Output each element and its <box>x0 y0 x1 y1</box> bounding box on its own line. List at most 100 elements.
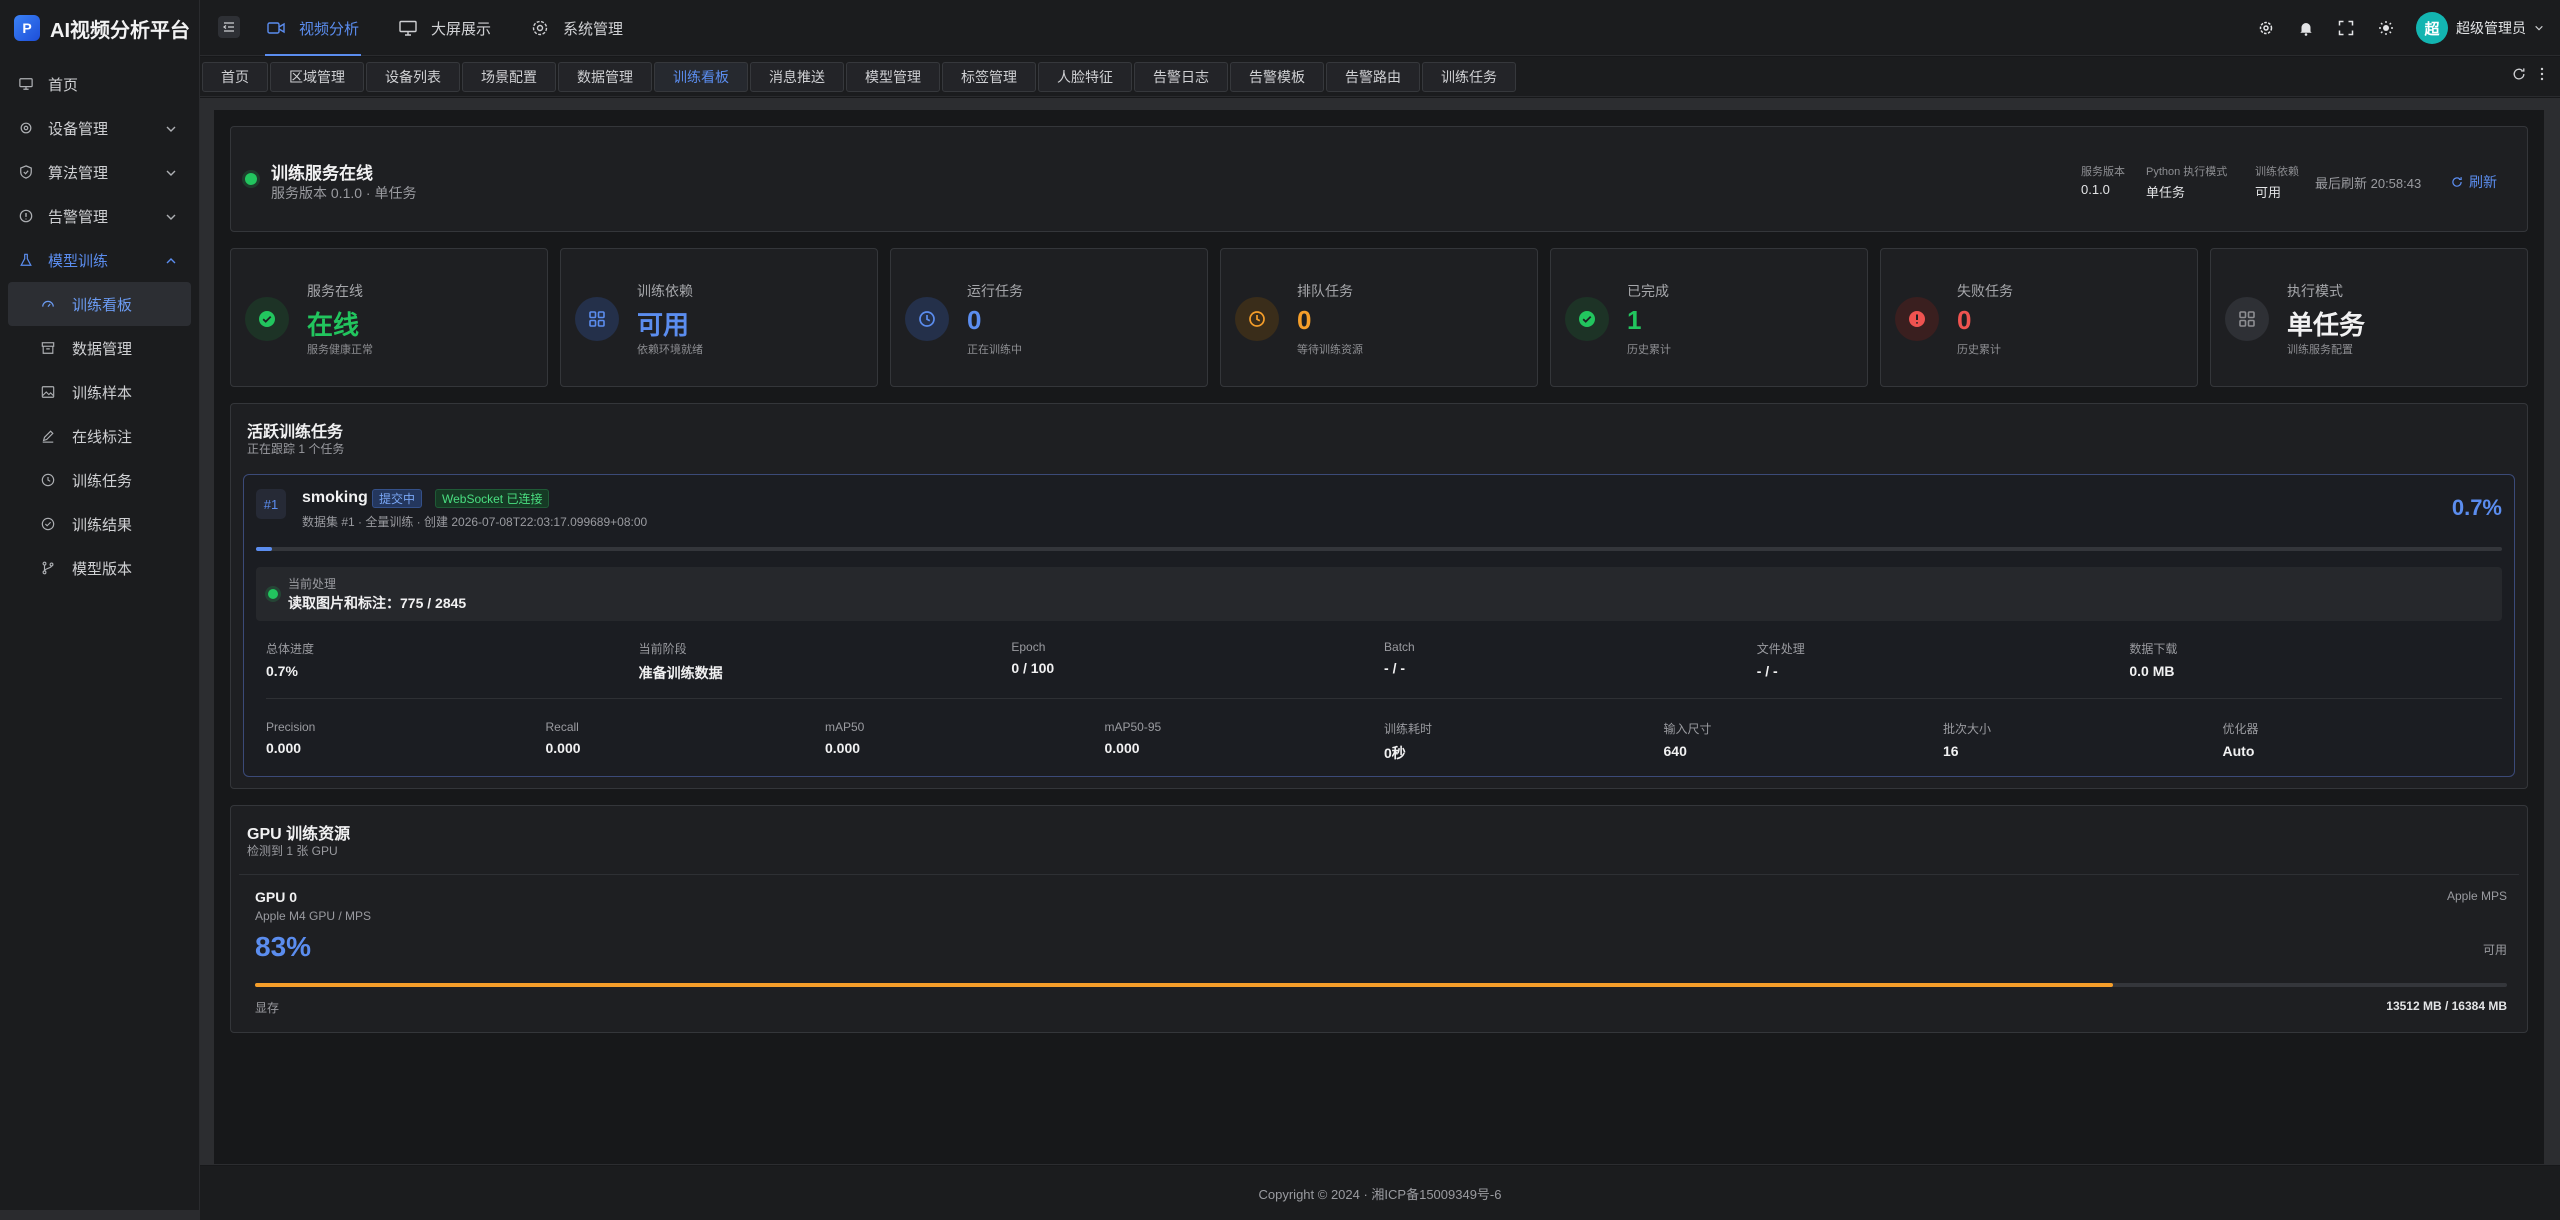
stat-value: 单任务 <box>2287 310 2366 340</box>
top-nav-system-management[interactable]: 系统管理 <box>529 0 625 56</box>
sidebar-item-model-training[interactable]: 模型训练 <box>0 238 199 282</box>
sidebar-item-label: 训练结果 <box>72 516 133 534</box>
sidebar-item-data-management[interactable]: 数据管理 <box>0 326 199 370</box>
tab-item[interactable]: 区域管理 <box>270 62 364 92</box>
metric-value: 16 <box>1943 743 1959 759</box>
clock-icon <box>905 297 949 341</box>
metric-value: 0.000 <box>266 740 302 756</box>
sidebar-item-training-samples[interactable]: 训练样本 <box>0 370 199 414</box>
stat-value: 0 <box>967 305 982 335</box>
task-card[interactable]: #1 smoking 提交中 WebSocket 已连接 数据集 #1 · 全量… <box>243 474 2515 777</box>
stat-desc: 训练服务配置 <box>2287 344 2353 356</box>
metric-item: Precision 0.000 <box>266 720 546 763</box>
tab-item[interactable]: 模型管理 <box>846 62 940 92</box>
chevron-down-icon <box>2535 25 2543 31</box>
sidebar-item-algorithm[interactable]: 算法管理 <box>0 150 199 194</box>
grid-icon <box>575 297 619 341</box>
sidebar-item-home[interactable]: 首页 <box>0 62 199 106</box>
top-nav-video-analysis[interactable]: 视频分析 <box>265 0 362 56</box>
sidebar-collapse-button[interactable] <box>218 16 240 38</box>
chevron-down-icon <box>165 122 177 139</box>
tab-item[interactable]: 告警路由 <box>1326 62 1420 92</box>
metric-item: Epoch 0 / 100 <box>1011 640 1384 683</box>
metric-label: Recall <box>545 720 579 734</box>
app-logo[interactable]: P AI视频分析平台 <box>0 0 199 56</box>
sidebar-item-label: 训练看板 <box>72 296 133 314</box>
stat-desc: 服务健康正常 <box>307 344 373 356</box>
settings-button[interactable] <box>2246 0 2286 56</box>
metric-label: 训练耗时 <box>1384 722 1433 736</box>
metric-item: 训练耗时 0秒 <box>1384 720 1664 763</box>
websocket-status-badge: WebSocket 已连接 <box>435 489 550 508</box>
metric-value: - / - <box>1384 660 1406 676</box>
user-menu[interactable]: 超 超级管理员 <box>2416 12 2544 44</box>
sidebar-item-label: 在线标注 <box>72 428 133 446</box>
section-title: GPU 训练资源 <box>247 826 351 843</box>
stat-value: 可用 <box>637 310 690 340</box>
stat-label: 已完成 <box>1627 283 1669 299</box>
sidebar-item-training-results[interactable]: 训练结果 <box>0 502 199 546</box>
top-nav-big-screen[interactable]: 大屏展示 <box>397 0 493 56</box>
theme-toggle-button[interactable] <box>2366 0 2406 56</box>
metric-label: Precision <box>266 720 316 734</box>
pencil-icon <box>40 428 56 444</box>
logo-icon: P <box>14 15 40 41</box>
refresh-button[interactable]: 刷新 <box>2451 172 2497 192</box>
sidebar-item-device[interactable]: 设备管理 <box>0 106 199 150</box>
task-progress-bar <box>256 547 2502 551</box>
sidebar-item-online-annotation[interactable]: 在线标注 <box>0 414 199 458</box>
service-status-card: 训练服务在线 服务版本 0.1.0 · 单任务 服务版本 0.1.0 Pytho… <box>230 126 2528 232</box>
metric-item: Recall 0.000 <box>546 720 826 763</box>
tab-item[interactable]: 设备列表 <box>366 62 460 92</box>
tab-item[interactable]: 标签管理 <box>942 62 1036 92</box>
refresh-icon[interactable] <box>2512 67 2526 81</box>
notification-button[interactable] <box>2286 0 2326 56</box>
sidebar-item-label: 训练样本 <box>72 384 133 402</box>
meta-python-mode: Python 执行模式 单任务 <box>2146 166 2228 200</box>
stat-desc: 历史累计 <box>1627 344 1671 356</box>
tabs-bar: 首页 区域管理 设备列表 场景配置 数据管理 训练看板 消息推送 模型管理 标签管理 人脸特征 告警… <box>200 57 2560 97</box>
bell-icon <box>2300 23 2312 36</box>
monitor-icon <box>18 76 34 92</box>
menu-fold-icon <box>223 22 234 32</box>
metric-item: 优化器 Auto <box>2223 720 2503 763</box>
sidebar-item-training-tasks[interactable]: 训练任务 <box>0 458 199 502</box>
tab-item[interactable]: 数据管理 <box>558 62 652 92</box>
sidebar-item-model-versions[interactable]: 模型版本 <box>0 546 199 590</box>
metric-item: 文件处理 - / - <box>1757 640 2130 683</box>
metric-label: Epoch <box>1011 640 1046 654</box>
tab-item[interactable]: 训练任务 <box>1422 62 1516 92</box>
tab-list: 首页 区域管理 设备列表 场景配置 数据管理 训练看板 消息推送 模型管理 标签管理 人脸特征 告警… <box>202 62 1516 92</box>
gear-icon <box>532 20 548 36</box>
tabs-actions <box>2512 67 2544 81</box>
gear-icon <box>18 120 34 136</box>
tab-item[interactable]: 场景配置 <box>462 62 556 92</box>
tab-item[interactable]: 人脸特征 <box>1038 62 1132 92</box>
clock-icon <box>1235 297 1279 341</box>
tab-item[interactable]: 告警模板 <box>1230 62 1324 92</box>
tab-item[interactable]: 首页 <box>202 62 268 92</box>
fullscreen-button[interactable] <box>2326 0 2366 56</box>
more-vertical-icon[interactable] <box>2540 67 2544 81</box>
sidebar-item-training-board[interactable]: 训练看板 <box>8 282 191 326</box>
fullscreen-icon <box>2338 20 2354 36</box>
archive-icon <box>40 340 56 356</box>
metric-item: mAP50 0.000 <box>825 720 1105 763</box>
tab-item[interactable]: 告警日志 <box>1134 62 1228 92</box>
sidebar-item-label: 设备管理 <box>48 120 109 138</box>
stat-desc: 等待训练资源 <box>1297 344 1363 356</box>
metric-value: - / - <box>1756 663 1778 679</box>
sidebar-item-alarm[interactable]: 告警管理 <box>0 194 199 238</box>
metric-item: 数据下载 0.0 MB <box>2129 640 2502 683</box>
metric-label: 输入尺寸 <box>1663 722 1712 736</box>
processing-dot <box>268 589 278 599</box>
sidebar-scrollbar[interactable] <box>0 1210 200 1220</box>
clock-icon <box>40 472 56 488</box>
meta-training-deps: 训练依赖 可用 <box>2255 166 2299 200</box>
task-progress-fill <box>256 547 272 551</box>
metric-label: 当前阶段 <box>638 642 687 656</box>
tab-item[interactable]: 训练看板 <box>654 62 748 92</box>
metric-item: Batch - / - <box>1384 640 1757 683</box>
tab-item[interactable]: 消息推送 <box>750 62 844 92</box>
stat-label: 训练依赖 <box>637 283 693 299</box>
